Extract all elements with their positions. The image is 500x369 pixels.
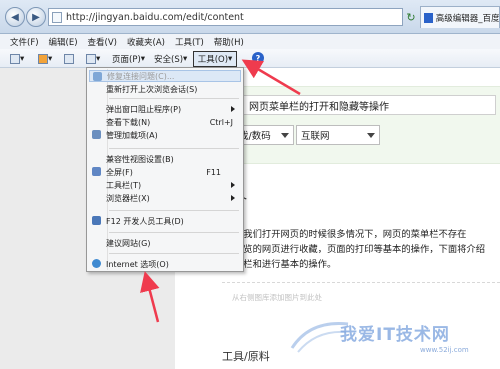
internet-options-icon	[92, 259, 101, 268]
menu-separator	[109, 148, 239, 149]
paragraph-line: 在我们打开网页的时候很多情况下，网页的菜单栏不存在	[234, 229, 467, 240]
menu-item-explorer-bars[interactable]: 浏览器栏(X)	[89, 192, 241, 204]
address-bar: ◀ ▶ ↻ 高级编辑器_百度经	[0, 0, 500, 34]
menu-item-label: Internet 选项(O)	[106, 259, 169, 269]
menu-separator	[109, 98, 239, 99]
menu-separator	[109, 232, 239, 233]
dev-tools-icon	[92, 216, 101, 225]
menu-item-label: 重新打开上次浏览会话(S)	[106, 84, 198, 94]
menu-item-fix-connection[interactable]: 修复连接问题(C)...	[89, 70, 241, 82]
menu-favorites[interactable]: 收藏夹(A)	[127, 36, 165, 48]
menu-item-label: 兼容性视图设置(B)	[106, 154, 174, 164]
tab-title: 高级编辑器_百度经	[435, 13, 499, 24]
forward-button[interactable]: ▶	[26, 7, 46, 27]
page-label: 页面(P)	[112, 55, 141, 65]
fullscreen-icon	[92, 167, 101, 176]
menu-tools[interactable]: 工具(T)	[175, 36, 204, 48]
intro-paragraph[interactable]: 在我们打开网页的时候很多情况下，网页的菜单栏不存在 浏览的网页进行收藏，页面的打…	[234, 227, 500, 272]
command-bar: ▾ ▾ ▾ 页面(P) ▾ 安全(S) ▾ 工具(O) ▾ ?	[0, 49, 500, 68]
menu-item-label: 工具栏(T)	[106, 180, 142, 190]
baidu-paw-icon	[424, 12, 433, 23]
menu-item-fullscreen[interactable]: 全屏(F) F11	[89, 166, 241, 178]
menu-item-label: 全屏(F)	[106, 167, 133, 177]
title-input[interactable]: ：网页菜单栏的打开和隐藏等操作	[234, 95, 496, 115]
category-select-2[interactable]: 互联网	[296, 125, 380, 145]
watermark-brand: 我爱IT技术网	[340, 325, 450, 345]
tools-label: 工具(O)	[197, 55, 229, 65]
menu-help[interactable]: 帮助(H)	[214, 36, 244, 48]
menu-item-shortcut: Ctrl+J	[209, 117, 233, 127]
watermark-site: www.52ij.com	[420, 346, 469, 354]
menu-item-toolbars[interactable]: 工具栏(T)	[89, 179, 241, 191]
network-icon	[93, 72, 102, 81]
image-hint: 从右侧图库添加图片到此处	[232, 293, 322, 302]
help-icon[interactable]: ?	[252, 52, 264, 64]
menu-item-popup-blocker[interactable]: 弹出窗口阻止程序(P)	[89, 103, 241, 115]
safety-button[interactable]: 安全(S) ▾	[154, 52, 187, 66]
paragraph-line: 浏览的网页进行收藏，页面的打印等基本的操作，下面将介绍	[234, 244, 486, 255]
menu-separator	[109, 253, 239, 254]
print-icon[interactable]: ▾	[86, 52, 100, 66]
safety-label: 安全(S)	[154, 55, 184, 65]
submenu-arrow-icon	[231, 106, 235, 112]
feeds-icon[interactable]: ▾	[38, 52, 52, 66]
menu-item-shortcut: F11	[206, 167, 221, 177]
paragraph-line: 单栏和进行基本的操作。	[234, 259, 337, 270]
menu-item-reopen-session[interactable]: 重新打开上次浏览会话(S)	[89, 83, 241, 95]
tools-materials-heading: 工具/原料	[222, 350, 270, 363]
menu-item-manage-addons[interactable]: 管理加载项(A)	[89, 129, 241, 141]
addons-icon	[92, 130, 101, 139]
chevron-down-icon	[367, 133, 375, 138]
menu-item-label: F12 开发人员工具(D)	[106, 216, 184, 226]
menu-file[interactable]: 文件(F)	[10, 36, 39, 48]
url-box[interactable]	[48, 8, 403, 26]
menu-item-dev-tools[interactable]: F12 开发人员工具(D)	[89, 215, 241, 227]
page-button[interactable]: 页面(P) ▾	[112, 52, 145, 66]
submenu-arrow-icon	[231, 182, 235, 188]
menu-item-suggested-sites[interactable]: 建议网站(G)	[89, 237, 241, 249]
menu-item-label: 浏览器栏(X)	[106, 193, 150, 203]
refresh-icon[interactable]: ↻	[404, 8, 418, 26]
page-icon	[52, 11, 62, 23]
menu-item-label: 查看下载(N)	[106, 117, 151, 127]
menu-item-label: 修复连接问题(C)...	[107, 71, 175, 81]
image-drop-zone[interactable]: 从右侧图库添加图片到此处	[222, 282, 500, 306]
category-2-value: 互联网	[301, 131, 330, 142]
mail-icon[interactable]	[64, 52, 74, 66]
menu-item-internet-options[interactable]: Internet 选项(O)	[89, 258, 241, 270]
back-button[interactable]: ◀	[5, 7, 25, 27]
menu-item-label: 管理加载项(A)	[106, 130, 158, 140]
menu-view[interactable]: 查看(V)	[88, 36, 117, 48]
watermark: 我爱IT技术网 www.52ij.com	[290, 318, 500, 358]
menu-separator	[109, 210, 239, 211]
tools-button[interactable]: 工具(O) ▾	[193, 51, 237, 67]
home-icon[interactable]: ▾	[10, 52, 24, 66]
menu-item-view-downloads[interactable]: 查看下载(N) Ctrl+J	[89, 116, 241, 128]
chevron-down-icon	[281, 133, 289, 138]
browser-tab[interactable]: 高级编辑器_百度经	[420, 6, 500, 28]
menu-item-label: 弹出窗口阻止程序(P)	[106, 104, 182, 114]
submenu-arrow-icon	[231, 195, 235, 201]
menu-item-compat-view[interactable]: 兼容性视图设置(B)	[89, 153, 241, 165]
menu-item-label: 建议网站(G)	[106, 238, 151, 248]
tools-dropdown-menu: 修复连接问题(C)... 重新打开上次浏览会话(S) 弹出窗口阻止程序(P) 查…	[86, 67, 244, 272]
menu-bar: 文件(F) 编辑(E) 查看(V) 收藏夹(A) 工具(T) 帮助(H)	[0, 34, 500, 49]
url-input[interactable]	[66, 11, 386, 23]
menu-edit[interactable]: 编辑(E)	[49, 36, 78, 48]
